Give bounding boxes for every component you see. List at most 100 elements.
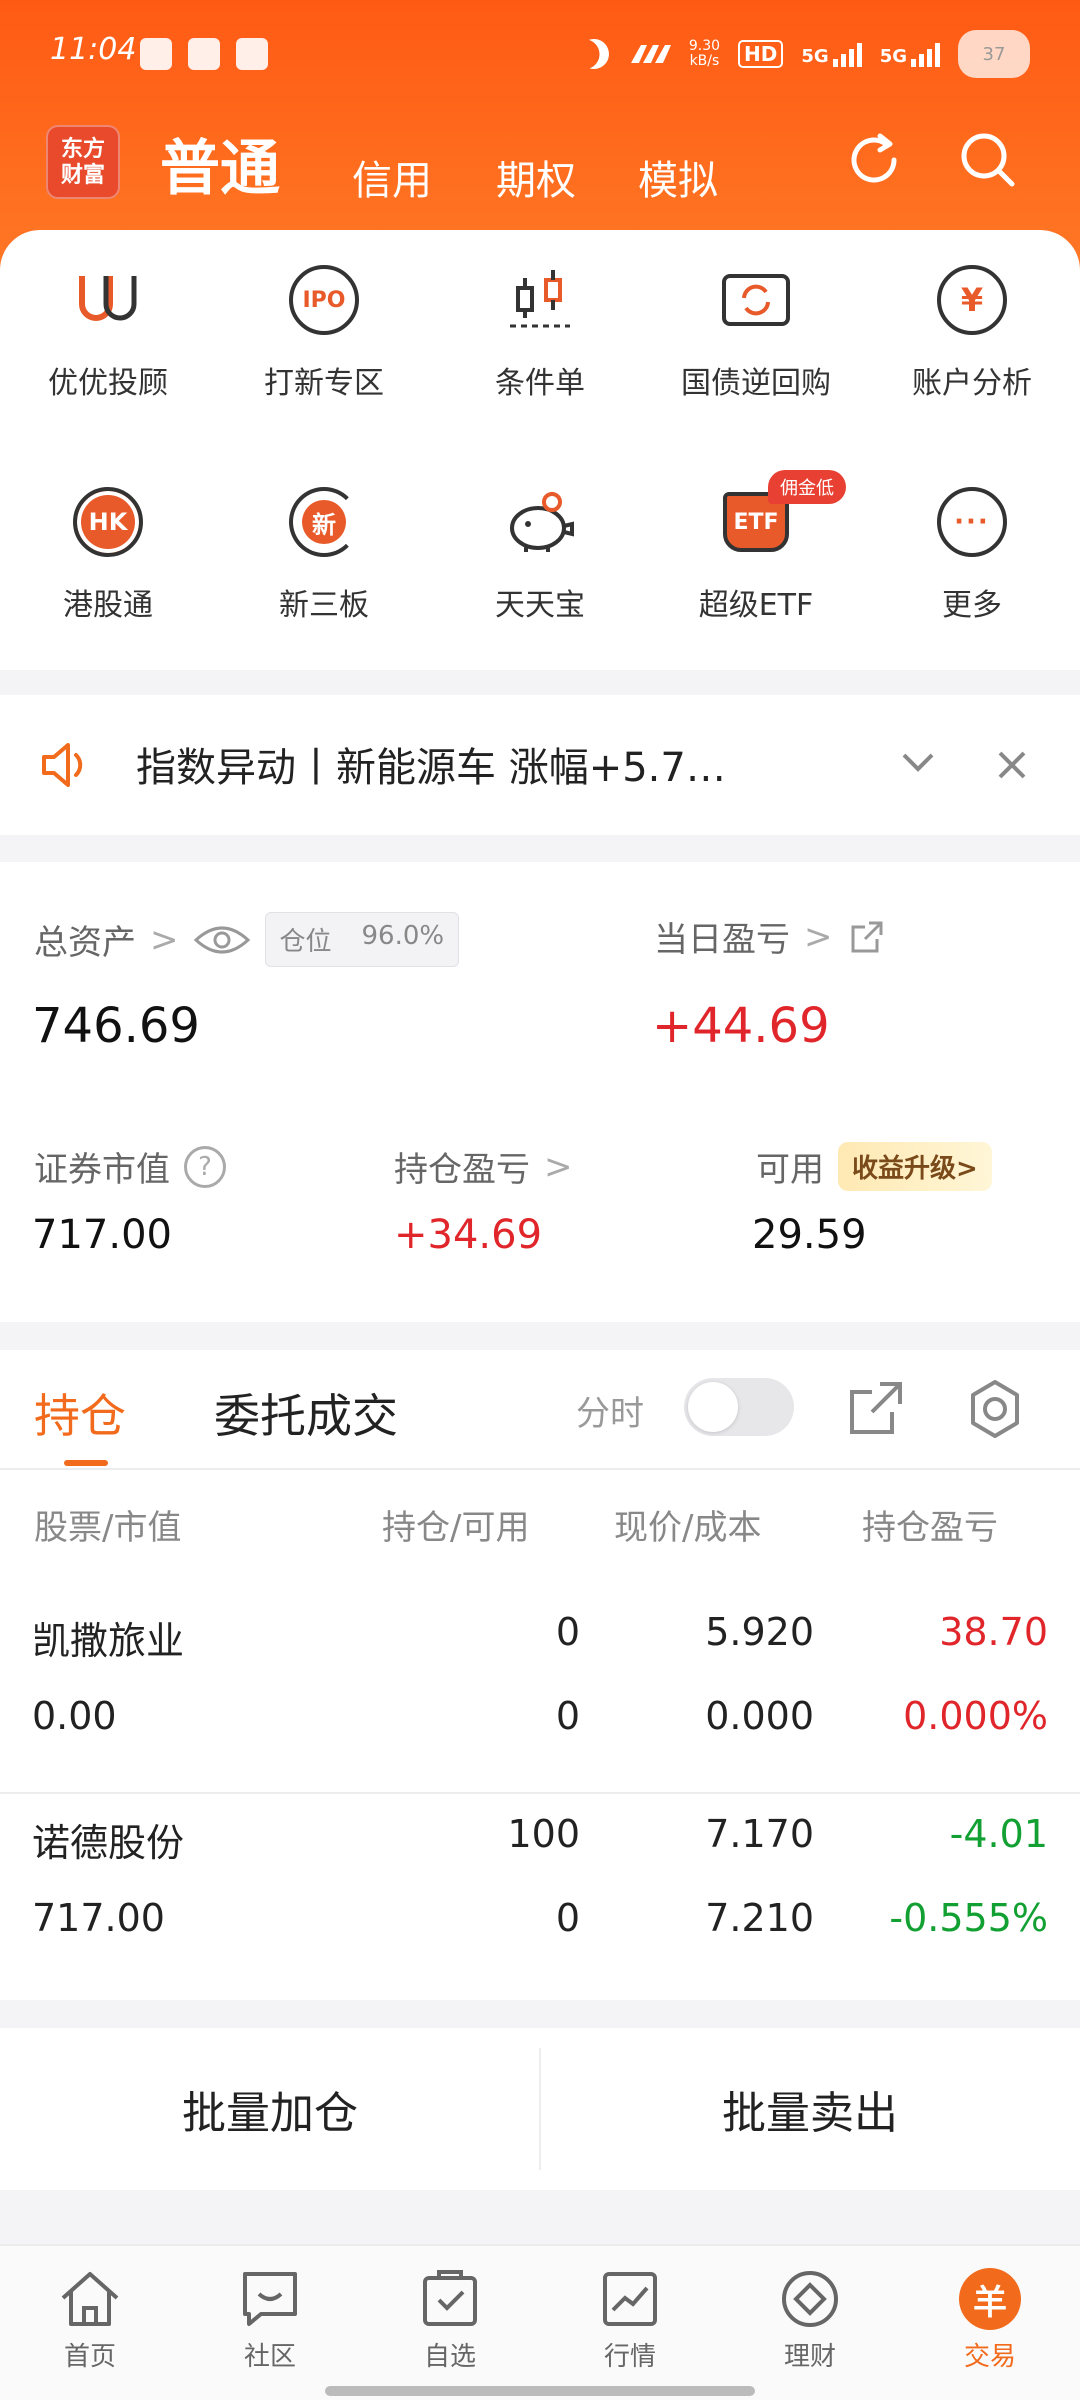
eye-icon[interactable]: [193, 923, 251, 957]
help-icon: ?: [184, 1145, 226, 1188]
signal-bars-icon: [832, 41, 862, 67]
tab-normal[interactable]: 普通: [160, 120, 280, 207]
holding-pl-value: +34.69: [394, 1212, 543, 1258]
net-speed: 9.30 kB/s: [688, 38, 721, 69]
intraday-toggle[interactable]: [684, 1378, 794, 1436]
holding-pl-label[interactable]: 持仓盈亏 >: [394, 1142, 573, 1191]
hk-icon: HK: [68, 482, 148, 562]
status-time: 11:04: [50, 32, 137, 67]
available-label: 可用 收益升级>: [756, 1142, 992, 1191]
gear-icon[interactable]: [962, 1376, 1028, 1442]
speaker-icon: [42, 743, 83, 787]
candlestick-icon: [500, 260, 580, 340]
repo-icon: [716, 260, 796, 340]
tab-credit[interactable]: 信用: [352, 148, 432, 206]
market-icon: [603, 2272, 657, 2326]
account-type-nav: 东方 财富 普通 信用 期权 模拟: [0, 120, 1080, 210]
daily-pl-label[interactable]: 当日盈亏 >: [654, 912, 887, 961]
nfc-icon: [630, 45, 671, 63]
nav-home[interactable]: 首页: [0, 2268, 180, 2373]
app-notification-icon: [140, 38, 172, 70]
hd-badge: HD: [738, 40, 784, 68]
stock-name: 诺德股份: [32, 1821, 185, 1865]
qq-notification-icon: [188, 38, 220, 70]
total-assets-value: 746.69: [32, 998, 200, 1054]
quick-access-grid: 优优投顾 IPO 打新专区 条件单 国债逆回购 ¥ 账户分析 HK 港股通 新 …: [0, 230, 1080, 670]
nav-trade[interactable]: 羊 交易: [900, 2268, 1080, 2373]
quick-item-reverse-repo[interactable]: 国债逆回购: [648, 260, 864, 402]
app-logo[interactable]: 东方 财富: [46, 125, 120, 199]
header-stock: 股票/市值: [34, 1508, 182, 1548]
close-icon[interactable]: [996, 749, 1028, 781]
header-holding-pl: 持仓盈亏: [862, 1508, 998, 1548]
stock-price: 7.170: [705, 1812, 814, 1856]
more-icon: ···: [932, 482, 1012, 562]
share-icon[interactable]: [847, 917, 887, 957]
yen-chart-icon: ¥: [932, 260, 1012, 340]
yield-upgrade-button[interactable]: 收益升级>: [838, 1142, 992, 1191]
chevron-down-icon[interactable]: [900, 751, 936, 775]
stock-hold: 100: [507, 1812, 580, 1856]
tab-options[interactable]: 期权: [496, 148, 576, 206]
chevron-right-icon: >: [150, 919, 179, 960]
notification-icons: [140, 38, 268, 70]
home-indicator[interactable]: [325, 2386, 755, 2396]
quick-item-account-analysis[interactable]: ¥ 账户分析: [864, 260, 1080, 402]
stock-avail: 0: [555, 1694, 580, 1738]
notice-bar[interactable]: 指数异动丨新能源车 涨幅+5.7…: [0, 695, 1080, 835]
header-price: 现价/成本: [614, 1508, 762, 1548]
taobao-notification-icon: [236, 38, 268, 70]
stock-market-value: 0.00: [32, 1694, 117, 1738]
quick-item-super-etf[interactable]: 佣金低 ETF 超级ETF: [648, 470, 864, 624]
table-row[interactable]: 诺德股份 717.00 100 0 7.170 7.210 -4.01 -0.5…: [0, 1812, 1080, 2012]
quick-item-hk-connect[interactable]: HK 港股通: [0, 482, 216, 624]
watchlist-icon: [423, 2270, 477, 2326]
quick-item-tiantianbao[interactable]: 天天宝: [432, 482, 648, 624]
intraday-label: 分时: [576, 1394, 644, 1434]
piggy-bank-icon: [500, 482, 580, 562]
community-icon: [243, 2272, 297, 2326]
chevron-right-icon: >: [544, 1146, 573, 1187]
bottom-nav: 首页 社区 自选 行情 理财 羊 交易: [0, 2244, 1080, 2400]
tab-simulation[interactable]: 模拟: [638, 148, 718, 206]
stock-pl: 38.70: [939, 1610, 1048, 1654]
notice-text[interactable]: 指数异动丨新能源车 涨幅+5.7…: [136, 735, 836, 793]
battery-icon: 37: [958, 30, 1030, 78]
tab-positions[interactable]: 持仓: [34, 1380, 126, 1446]
batch-sell-button[interactable]: 批量卖出: [540, 2028, 1080, 2190]
position-ratio-pill: 仓位 96.0%: [264, 912, 460, 967]
asset-summary: 总资产 > 仓位 96.0% 746.69 当日盈亏 > +44.69 证券市值 …: [0, 862, 1080, 1322]
xin-icon: 新: [284, 482, 364, 562]
quick-item-uu-advisor[interactable]: 优优投顾: [0, 260, 216, 402]
quick-item-ipo[interactable]: IPO 打新专区: [216, 260, 432, 402]
market-value-label: 证券市值 ?: [34, 1142, 226, 1191]
commission-low-badge: 佣金低: [768, 470, 846, 504]
refresh-icon[interactable]: [842, 128, 906, 192]
stock-cost: 7.210: [705, 1896, 814, 1940]
active-tab-indicator: [64, 1460, 108, 1466]
signal-bars-icon: [911, 41, 940, 67]
nav-market[interactable]: 行情: [540, 2268, 720, 2373]
chevron-right-icon: >: [804, 916, 833, 957]
batch-add-button[interactable]: 批量加仓: [0, 2028, 540, 2190]
quick-item-neeq[interactable]: 新 新三板: [216, 482, 432, 624]
nav-community[interactable]: 社区: [180, 2268, 360, 2373]
stock-pl-pct: 0.000%: [903, 1694, 1048, 1738]
tab-orders-trades[interactable]: 委托成交: [214, 1380, 398, 1446]
trade-icon: 羊: [959, 2268, 1021, 2330]
quick-item-conditional-order[interactable]: 条件单: [432, 260, 648, 402]
header-position: 持仓/可用: [382, 1508, 530, 1548]
divider: [0, 1792, 1080, 1794]
export-icon[interactable]: [846, 1378, 906, 1438]
search-icon[interactable]: [956, 128, 1020, 192]
stock-name: 凯撒旅业: [32, 1619, 185, 1663]
nav-watchlist[interactable]: 自选: [360, 2268, 540, 2373]
stock-avail: 0: [555, 1896, 580, 1940]
stock-market-value: 717.00: [32, 1896, 165, 1940]
moon-icon: [575, 35, 613, 73]
total-assets-label[interactable]: 总资产 > 仓位 96.0%: [34, 912, 460, 967]
nav-wealth[interactable]: 理财: [720, 2268, 900, 2373]
quick-item-more[interactable]: ··· 更多: [864, 482, 1080, 624]
table-row[interactable]: 凯撒旅业 0.00 0 0 5.920 0.000 38.70 0.000%: [0, 1610, 1080, 1810]
market-value: 717.00: [32, 1212, 172, 1258]
